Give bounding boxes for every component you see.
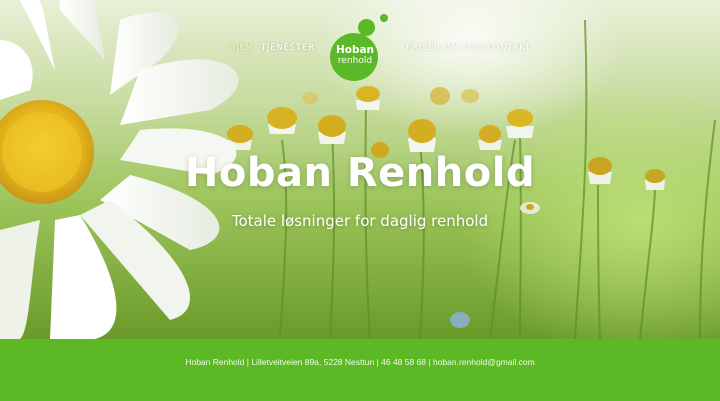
nav-item-hjem[interactable]: HJEM	[229, 43, 254, 53]
logo-circle-medium	[358, 19, 375, 36]
logo-circle-small	[380, 14, 388, 22]
footer-contact-info: Hoban Renhold | Lilletveitveien 89a, 522…	[185, 357, 535, 367]
nav-item-priser[interactable]: PRISER	[406, 43, 441, 53]
nav-item-tjenester[interactable]: TJENESTER	[261, 43, 315, 53]
logo-text-renhold: renhold	[337, 56, 373, 66]
footer: Hoban Renhold | Lilletveitveien 89a, 522…	[0, 339, 720, 401]
nav-item-om-oss-kontakt[interactable]: OM OSS/KONTAKT	[444, 43, 531, 53]
hero-banner: HJEM TJENESTER PRISER OM OSS/KONTAKT Hob…	[0, 0, 720, 339]
hero-subtitle: Totale løsninger for daglig renhold	[231, 212, 489, 230]
brand-logo[interactable]: Hoban renhold	[328, 12, 392, 81]
hero-title: Hoban Renhold	[184, 150, 536, 196]
logo-text-hoban: Hoban	[335, 44, 375, 56]
